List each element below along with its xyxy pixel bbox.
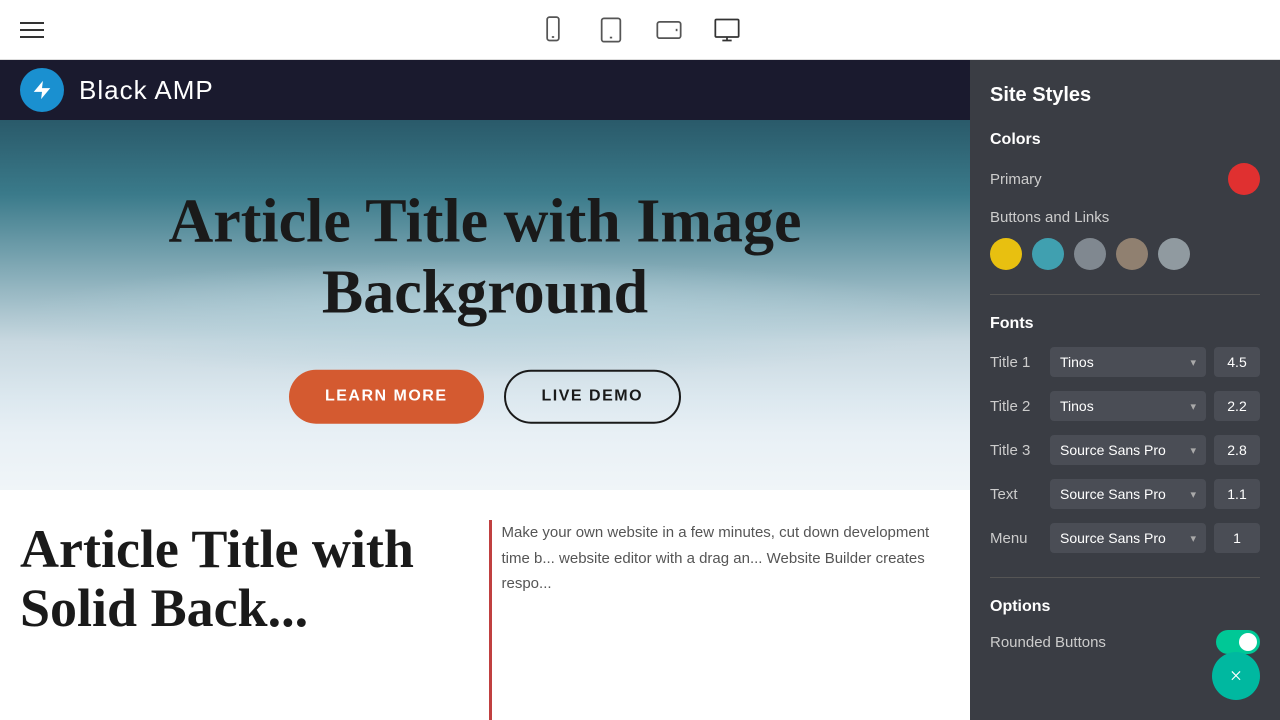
- font-row-title1-select[interactable]: Tinos ▾: [1050, 347, 1206, 377]
- primary-color-swatch[interactable]: [1228, 163, 1260, 195]
- learn-more-button[interactable]: LEARN MORE: [289, 369, 484, 423]
- divider-fonts-options: [990, 577, 1260, 578]
- divider-colors-fonts: [990, 294, 1260, 295]
- primary-color-row: Primary: [990, 163, 1260, 195]
- site-header: Black AMP: [0, 60, 970, 120]
- hero-title: Article Title with Image Background: [97, 187, 873, 330]
- mobile-device-icon[interactable]: [539, 16, 567, 44]
- lower-right-text: Make your own website in a few minutes, …: [502, 520, 951, 597]
- preview-area: Black AMP Article Title with Image Backg…: [0, 60, 970, 720]
- chevron-down-icon: ▾: [1190, 532, 1196, 545]
- font-row-title2-select[interactable]: Tinos ▾: [1050, 391, 1206, 421]
- toolbar: [0, 0, 1280, 60]
- rounded-buttons-row: Rounded Buttons: [990, 630, 1260, 654]
- lower-section: Article Title withSolid Back... Make you…: [0, 490, 970, 720]
- font-row-title3: Title 3 Source Sans Pro ▾ 2.8: [990, 435, 1260, 465]
- fonts-section: Fonts Title 1 Tinos ▾ 4.5 Title 2 Tinos …: [990, 315, 1260, 553]
- site-title: Black AMP: [79, 75, 214, 106]
- tablet-landscape-device-icon[interactable]: [655, 16, 683, 44]
- color-swatch-teal[interactable]: [1032, 238, 1064, 270]
- font-row-menu-select[interactable]: Source Sans Pro ▾: [1050, 523, 1206, 553]
- chevron-down-icon: ▾: [1190, 400, 1196, 413]
- font-row-menu-size[interactable]: 1: [1214, 523, 1260, 553]
- font-row-menu: Menu Source Sans Pro ▾ 1: [990, 523, 1260, 553]
- device-icons: [539, 16, 741, 44]
- color-swatches: [990, 238, 1260, 270]
- fonts-section-label: Fonts: [990, 315, 1260, 333]
- hero-buttons: LEARN MORE LIVE DEMO: [97, 369, 873, 423]
- font-row-title2-label: Title 2: [990, 398, 1042, 415]
- color-swatch-yellow[interactable]: [990, 238, 1022, 270]
- font-row-text: Text Source Sans Pro ▾ 1.1: [990, 479, 1260, 509]
- font-row-menu-label: Menu: [990, 530, 1042, 547]
- font-row-title3-size[interactable]: 2.8: [1214, 435, 1260, 465]
- tablet-device-icon[interactable]: [597, 16, 625, 44]
- font-row-title2: Title 2 Tinos ▾ 2.2: [990, 391, 1260, 421]
- font-row-title3-select[interactable]: Source Sans Pro ▾: [1050, 435, 1206, 465]
- lower-left: Article Title withSolid Back...: [20, 520, 469, 720]
- colors-section-label: Colors: [990, 131, 1260, 149]
- desktop-device-icon[interactable]: [713, 16, 741, 44]
- rounded-buttons-label: Rounded Buttons: [990, 634, 1106, 651]
- lower-right: Make your own website in a few minutes, …: [489, 520, 951, 720]
- primary-color-label: Primary: [990, 171, 1042, 188]
- panel-title: Site Styles: [990, 84, 1260, 107]
- font-row-title1-size[interactable]: 4.5: [1214, 347, 1260, 377]
- font-row-text-size[interactable]: 1.1: [1214, 479, 1260, 509]
- close-button[interactable]: ×: [1212, 652, 1260, 700]
- buttons-links-label: Buttons and Links: [990, 209, 1260, 226]
- options-section: Options Rounded Buttons: [990, 598, 1260, 654]
- hero-content: Article Title with Image Background LEAR…: [97, 187, 873, 424]
- font-row-text-label: Text: [990, 486, 1042, 503]
- chevron-down-icon: ▾: [1190, 488, 1196, 501]
- chevron-down-icon: ▾: [1190, 356, 1196, 369]
- color-swatch-cool-gray[interactable]: [1158, 238, 1190, 270]
- colors-section: Colors Primary Buttons and Links: [990, 131, 1260, 270]
- live-demo-button[interactable]: LIVE DEMO: [504, 369, 682, 423]
- font-row-title1: Title 1 Tinos ▾ 4.5: [990, 347, 1260, 377]
- color-swatch-warm-gray[interactable]: [1116, 238, 1148, 270]
- color-swatch-gray[interactable]: [1074, 238, 1106, 270]
- hero-section: Article Title with Image Background LEAR…: [0, 120, 970, 490]
- chevron-down-icon: ▾: [1190, 444, 1196, 457]
- lower-article-title: Article Title withSolid Back...: [20, 520, 469, 639]
- options-section-label: Options: [990, 598, 1260, 616]
- font-row-title2-size[interactable]: 2.2: [1214, 391, 1260, 421]
- site-styles-panel: Site Styles Colors Primary Buttons and L…: [970, 60, 1280, 720]
- font-row-text-select[interactable]: Source Sans Pro ▾: [1050, 479, 1206, 509]
- site-logo-icon: [20, 68, 64, 112]
- rounded-buttons-toggle[interactable]: [1216, 630, 1260, 654]
- font-row-title1-label: Title 1: [990, 354, 1042, 371]
- font-row-title3-label: Title 3: [990, 442, 1042, 459]
- menu-icon[interactable]: [20, 22, 44, 38]
- main-area: Black AMP Article Title with Image Backg…: [0, 60, 1280, 720]
